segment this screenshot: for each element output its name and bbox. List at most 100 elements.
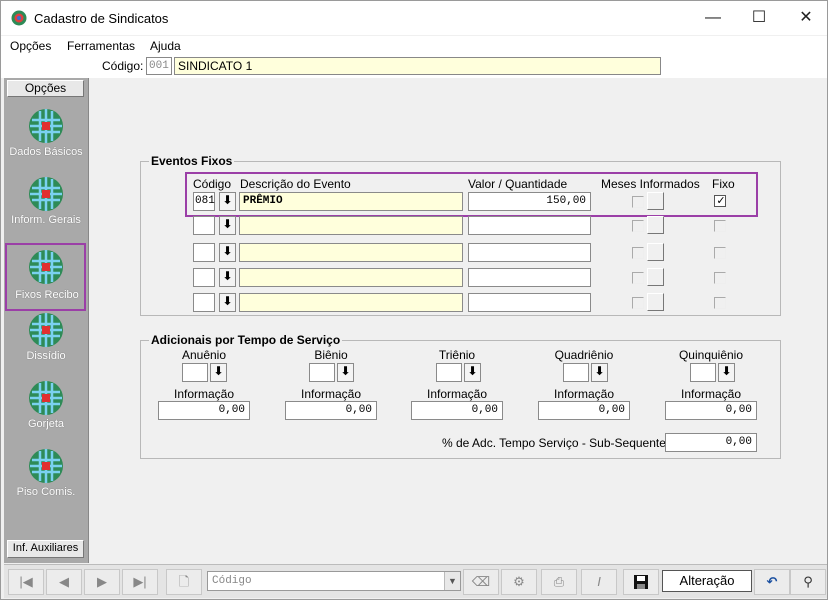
subsequente-field[interactable]: 0,00 (665, 433, 757, 452)
lookup-arrow-icon[interactable]: ⬇ (718, 363, 735, 382)
menu-ajuda[interactable]: Ajuda (150, 39, 181, 53)
meses-checkbox[interactable] (632, 272, 644, 284)
fixo-checkbox[interactable] (714, 272, 726, 284)
meses-checkbox[interactable] (632, 220, 644, 232)
header-valor: Valor / Quantidade (468, 177, 568, 191)
lookup-arrow-icon[interactable]: ⬇ (219, 243, 236, 262)
meses-button[interactable] (647, 293, 664, 311)
sidebar-item-dados-basicos[interactable]: Dados Básicos (6, 102, 86, 168)
meses-checkbox[interactable] (632, 247, 644, 259)
globe-icon (29, 449, 63, 483)
evento-descricao-field[interactable] (239, 293, 463, 312)
anuenio-info-field[interactable]: 0,00 (158, 401, 250, 420)
record-header: Código: 001 SINDICATO 1 (1, 56, 827, 78)
fixo-checkbox[interactable] (714, 220, 726, 232)
anuenio-code-field[interactable] (182, 363, 208, 382)
evento-codigo-field[interactable]: 081 (193, 192, 215, 211)
sidebar-item-label: Gorjeta (27, 418, 65, 430)
menu-ferramentas[interactable]: Ferramentas (67, 39, 135, 53)
status-mode-field: Alteração (662, 570, 752, 592)
print-icon[interactable]: ⎙ (541, 569, 577, 595)
evento-codigo-field[interactable] (193, 268, 215, 287)
sidebar-item-label: Dados Básicos (9, 146, 83, 158)
header-meses: Meses Informados (601, 177, 700, 191)
edit-icon[interactable]: I (581, 569, 617, 595)
header-descricao: Descrição do Evento (240, 177, 351, 191)
evento-valor-field[interactable]: 150,00 (468, 192, 591, 211)
quinquienio-info-field[interactable]: 0,00 (665, 401, 757, 420)
evento-valor-field[interactable] (468, 243, 591, 262)
minimize-button[interactable]: — (698, 7, 728, 29)
trienio-code-field[interactable] (436, 363, 462, 382)
first-record-button[interactable]: |◀ (8, 569, 44, 595)
main-panel: Eventos Fixos Código Descrição do Evento… (90, 78, 827, 563)
sidebar-item-inform-gerais[interactable]: Inform. Gerais (6, 170, 86, 236)
search-combo[interactable]: Código (207, 571, 461, 591)
evento-descricao-field[interactable] (239, 243, 463, 262)
evento-codigo-field[interactable] (193, 243, 215, 262)
delete-icon[interactable]: ⌫ (463, 569, 499, 595)
sidebar-item-label: Piso Comis. (16, 486, 76, 498)
close-button[interactable]: ✕ (791, 7, 821, 29)
sidebar-title[interactable]: Opções (7, 80, 84, 97)
app-window: Cadastro de Sindicatos — ☐ ✕ Opções Ferr… (0, 0, 828, 600)
fixo-checkbox[interactable]: ✓ (714, 195, 726, 207)
lookup-arrow-icon[interactable]: ⬇ (591, 363, 608, 382)
quinquienio-code-field[interactable] (690, 363, 716, 382)
meses-button[interactable] (647, 268, 664, 286)
menu-opcoes[interactable]: Opções (10, 39, 51, 53)
new-document-icon[interactable]: 🗋 (166, 569, 202, 595)
bienio-code-field[interactable] (309, 363, 335, 382)
sidebar-item-gorjeta[interactable]: Gorjeta (6, 374, 86, 440)
bienio-info-label: Informação (300, 387, 362, 401)
lookup-arrow-icon[interactable]: ⬇ (219, 268, 236, 287)
floppy-disk-icon (634, 575, 648, 589)
maximize-button[interactable]: ☐ (744, 7, 774, 29)
meses-button[interactable] (647, 192, 664, 210)
chevron-down-icon[interactable]: ▼ (444, 572, 460, 590)
lookup-arrow-icon[interactable]: ⬇ (219, 293, 236, 312)
evento-descricao-field[interactable]: PRÊMIO (239, 192, 463, 211)
menu-bar: Opções Ferramentas Ajuda (1, 36, 827, 56)
sidebar-item-piso-comis[interactable]: Piso Comis. (6, 442, 86, 508)
quadrienio-code-field[interactable] (563, 363, 589, 382)
evento-codigo-field[interactable] (193, 216, 215, 235)
evento-valor-field[interactable] (468, 268, 591, 287)
next-record-button[interactable]: ▶ (84, 569, 120, 595)
lookup-arrow-icon[interactable]: ⬇ (337, 363, 354, 382)
lookup-arrow-icon[interactable]: ⬇ (210, 363, 227, 382)
settings-icon[interactable]: ⚙ (501, 569, 537, 595)
evento-descricao-field[interactable] (239, 216, 463, 235)
sindicato-name-field[interactable]: SINDICATO 1 (174, 57, 661, 75)
evento-codigo-field[interactable] (193, 293, 215, 312)
meses-checkbox[interactable] (632, 196, 644, 208)
lookup-arrow-icon[interactable]: ⬇ (219, 216, 236, 235)
find-binoculars-icon[interactable]: ⚲ (790, 569, 826, 595)
sidebar-item-dissidio[interactable]: Dissídio (6, 306, 86, 372)
prev-record-button[interactable]: ◀ (46, 569, 82, 595)
lookup-arrow-icon[interactable]: ⬇ (464, 363, 481, 382)
lookup-arrow-icon[interactable]: ⬇ (219, 192, 236, 211)
sidebar-item-label: Fixos Recibo (15, 289, 79, 301)
meses-button[interactable] (647, 243, 664, 261)
quadrienio-info-field[interactable]: 0,00 (538, 401, 630, 420)
evento-valor-field[interactable] (468, 293, 591, 312)
evento-descricao-field[interactable] (239, 268, 463, 287)
last-record-button[interactable]: ▶| (122, 569, 158, 595)
undo-button[interactable]: ↶ (754, 569, 790, 595)
sidebar-footer-inf-auxiliares[interactable]: Inf. Auxiliares (7, 540, 84, 558)
codigo-label: Código: (102, 59, 144, 73)
meses-button[interactable] (647, 216, 664, 234)
meses-checkbox[interactable] (632, 297, 644, 309)
trienio-info-field[interactable]: 0,00 (411, 401, 503, 420)
sidebar-item-fixos-recibo[interactable]: Fixos Recibo (5, 243, 86, 311)
save-icon[interactable] (623, 569, 659, 595)
globe-icon (29, 177, 63, 211)
codigo-field[interactable]: 001 (146, 57, 172, 75)
fixo-checkbox[interactable] (714, 247, 726, 259)
fixo-checkbox[interactable] (714, 297, 726, 309)
evento-valor-field[interactable] (468, 216, 591, 235)
bienio-info-field[interactable]: 0,00 (285, 401, 377, 420)
trienio-label: Triênio (438, 348, 476, 362)
globe-icon (29, 313, 63, 347)
